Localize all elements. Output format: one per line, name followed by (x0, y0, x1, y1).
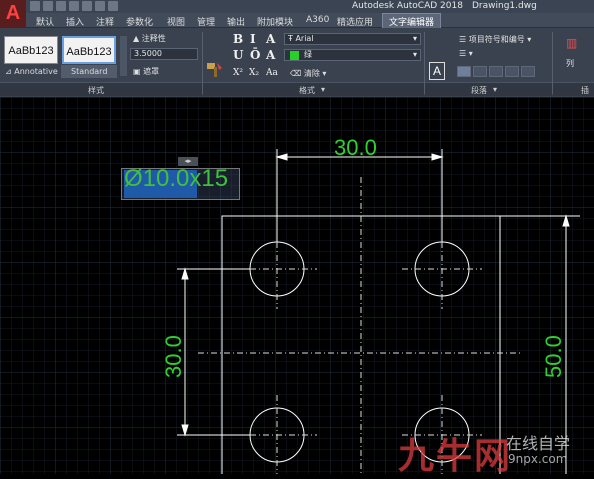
text-style-annotative-label: ⊿ Annotative (5, 67, 58, 76)
watermark-logo: 九牛网 (398, 436, 513, 477)
application-menu-button[interactable]: A (0, 0, 26, 28)
strikethrough-button[interactable]: A (266, 32, 275, 46)
columns-label: 列 (566, 59, 574, 68)
font-case-button[interactable]: Aa (266, 68, 278, 78)
save-as-icon[interactable] (69, 1, 79, 11)
tab-addins[interactable]: 附加模块 (257, 15, 293, 28)
superscript-button[interactable]: X² (233, 68, 243, 78)
bold-button[interactable]: B (233, 32, 243, 46)
columns-icon[interactable]: ▥ (566, 36, 577, 50)
watermark-url: 9npx.com (508, 452, 568, 466)
align-left-button[interactable] (457, 66, 471, 77)
tab-output[interactable]: 输出 (227, 15, 245, 28)
save-icon[interactable] (56, 1, 66, 11)
justify-button[interactable] (505, 66, 519, 77)
line-spacing-button[interactable]: ☰ ▾ (459, 49, 473, 58)
redo-icon[interactable] (108, 1, 118, 11)
tab-text-editor[interactable]: 文字编辑器 (382, 13, 442, 28)
align-right-button[interactable] (489, 66, 503, 77)
undo-icon[interactable] (95, 1, 105, 11)
insert-panel-label[interactable]: 插 (553, 82, 594, 96)
text-style-standard-label: Standard (71, 67, 108, 76)
text-height-input[interactable]: 3.5000 (130, 48, 198, 60)
distribute-button[interactable] (521, 66, 535, 77)
match-properties-icon[interactable] (205, 61, 223, 79)
dimension-top-value[interactable]: 30.0 (334, 135, 377, 161)
chevron-down-icon: ▾ (412, 50, 417, 59)
print-icon[interactable] (82, 1, 92, 11)
clear-format-button[interactable]: ⌫ 清除 ▾ (290, 68, 326, 79)
text-style-annotative[interactable]: AaBb123 (4, 36, 58, 64)
title-bar: Autodesk AutoCAD 2018 Drawing1.dwg (0, 0, 594, 13)
file-name: Drawing1.dwg (472, 1, 537, 11)
open-file-icon[interactable] (43, 1, 53, 11)
tab-view[interactable]: 视图 (167, 15, 185, 28)
underline-button[interactable]: U (233, 48, 243, 62)
style-panel-label[interactable]: 样式 (0, 82, 202, 96)
bullets-numbering-button[interactable]: ☰ 项目符号和编号 ▾ (459, 34, 531, 45)
color-swatch (290, 51, 299, 60)
drawing-canvas[interactable] (0, 97, 594, 474)
justify-icon[interactable]: A (429, 62, 445, 80)
italic-button[interactable]: I (250, 32, 256, 46)
font-select[interactable]: Ŧ Arial ▾ (284, 33, 421, 45)
window-title: Autodesk AutoCAD 2018 (352, 1, 463, 11)
mtext-input[interactable]: Ø10.0x15 (124, 165, 228, 193)
dimension-left-value[interactable]: 30.0 (161, 335, 187, 378)
ribbon-tab-bar: 默认 插入 注释 参数化 视图 管理 输出 附加模块 A360 精选应用 文字编… (0, 13, 594, 28)
color-select[interactable]: 绿 ▾ (284, 49, 421, 61)
tab-default[interactable]: 默认 (36, 15, 54, 28)
format-panel-label[interactable]: 格式 ▾ (203, 82, 424, 96)
change-case-button[interactable]: A (266, 48, 275, 62)
chevron-down-icon: ▾ (412, 34, 417, 43)
watermark-slogan: 在线自学 (506, 434, 571, 453)
annotative-toggle[interactable]: ▲ 注释性 (133, 33, 166, 44)
quick-access-toolbar (30, 1, 118, 11)
align-center-button[interactable] (473, 66, 487, 77)
style-gallery-scroll[interactable] (120, 36, 127, 76)
paragraph-panel-label[interactable]: 段落 ▾ (425, 82, 552, 96)
mask-button[interactable]: ▣ 遮罩 (133, 66, 159, 77)
tab-annotate[interactable]: 注释 (96, 15, 114, 28)
overline-button[interactable]: Ō (250, 48, 260, 62)
drawing-svg (0, 97, 594, 474)
tab-insert[interactable]: 插入 (66, 15, 84, 28)
tab-parametric[interactable]: 参数化 (126, 15, 153, 28)
subscript-button[interactable]: X₂ (249, 68, 259, 78)
new-file-icon[interactable] (30, 1, 40, 11)
tab-manage[interactable]: 管理 (197, 15, 215, 28)
ribbon: AaBb123 ⊿ Annotative AaBb123 Standard ▲ … (0, 28, 594, 97)
text-style-standard[interactable]: AaBb123 (62, 36, 116, 64)
tab-featured-apps[interactable]: 精选应用 (337, 15, 373, 28)
dimension-right-value[interactable]: 50.0 (541, 335, 567, 378)
tab-a360[interactable]: A360 (306, 15, 329, 25)
